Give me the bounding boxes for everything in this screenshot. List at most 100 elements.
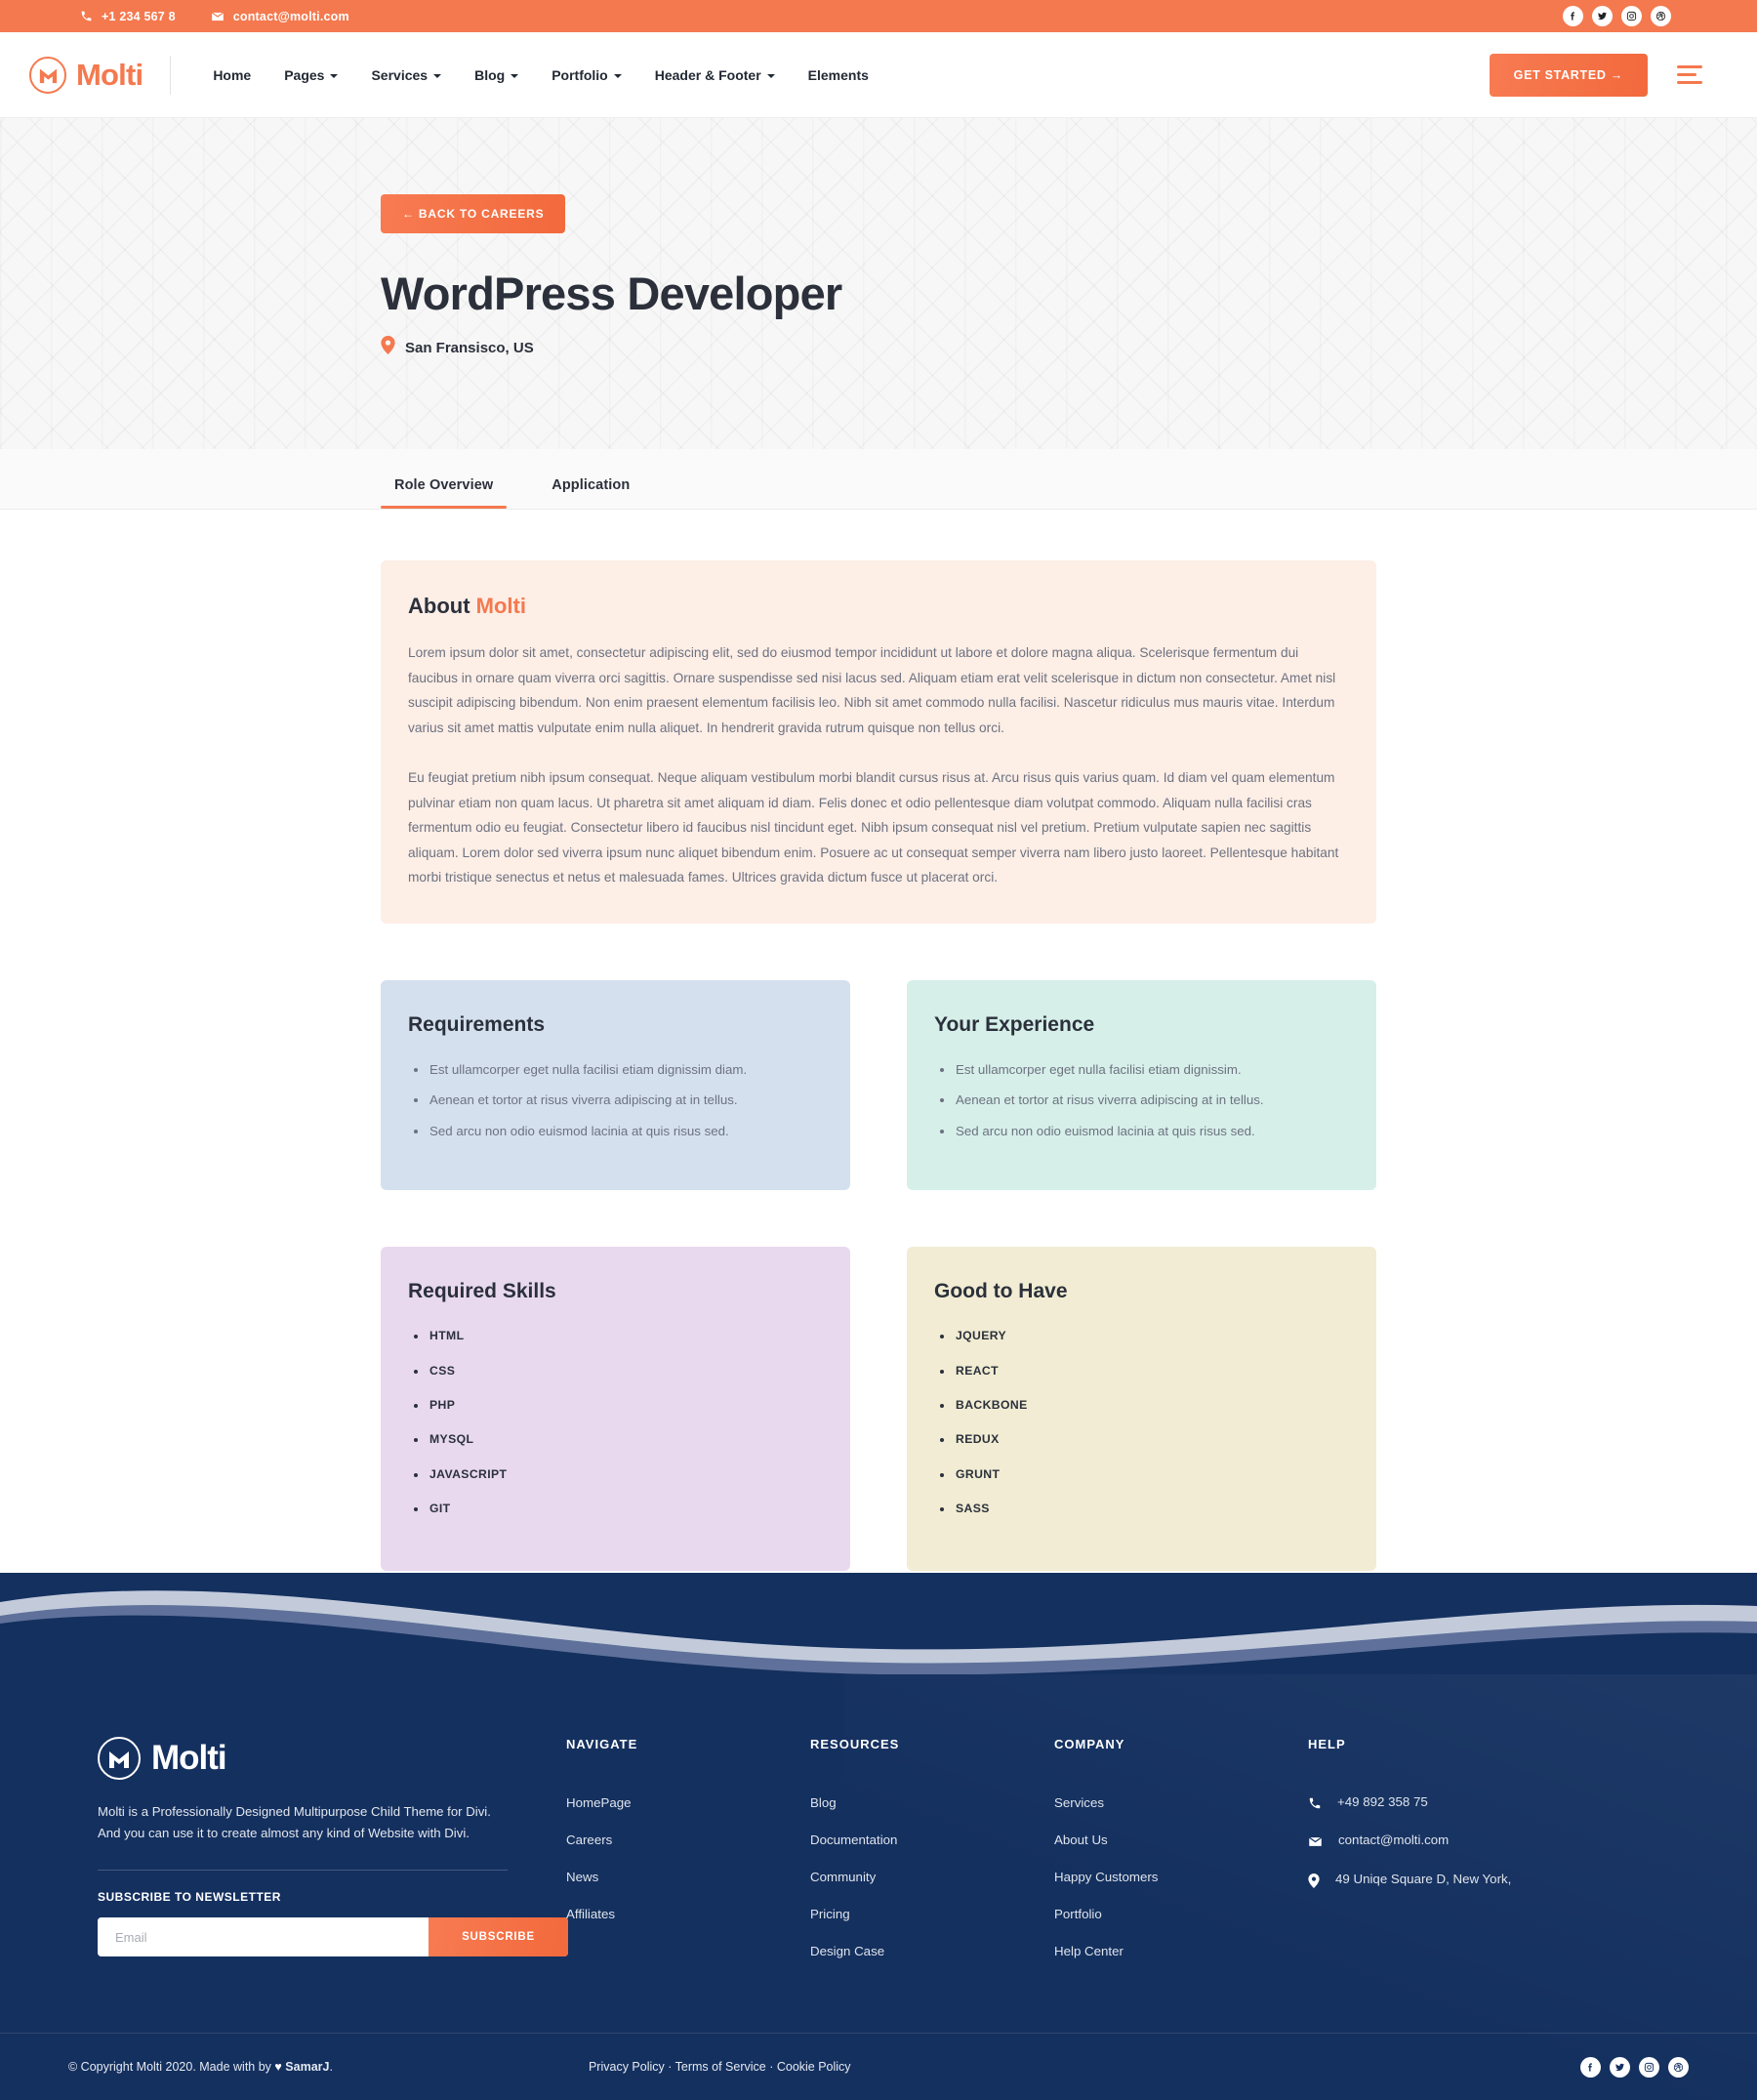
nav-item-home[interactable]: Home xyxy=(196,67,267,83)
list-item: Documentation xyxy=(810,1832,1054,1849)
chevron-down-icon xyxy=(433,73,442,78)
footer-brand-column: Molti Molti is a Professionally Designed… xyxy=(98,1737,568,1980)
phone-icon xyxy=(80,10,93,22)
list-item: Est ullamcorper eget nulla facilisi etia… xyxy=(934,1060,1349,1080)
burger-line xyxy=(1677,81,1702,84)
footer-link-documentation[interactable]: Documentation xyxy=(810,1832,897,1847)
nav-item-services[interactable]: Services xyxy=(354,67,458,83)
footer-link-blog[interactable]: Blog xyxy=(810,1795,837,1810)
topbar-phone-text: +1 234 567 8 xyxy=(102,9,176,23)
footer-column-help: HELP +49 892 358 75 contact@molti.com 49… xyxy=(1308,1737,1552,1980)
list-item: BACKBONE xyxy=(934,1396,1349,1414)
dribbble-icon xyxy=(1673,2062,1684,2073)
list-item: Help Center xyxy=(1054,1943,1308,1960)
main-navigation: Molti Home Pages Services Blog Portfolio xyxy=(0,32,1757,118)
social-twitter[interactable] xyxy=(1592,6,1613,26)
list-item: REDUX xyxy=(934,1430,1349,1448)
back-to-careers-button[interactable]: ← BACK TO CAREERS xyxy=(381,194,566,233)
about-card: About Molti Lorem ipsum dolor sit amet, … xyxy=(381,560,1376,924)
menu-toggle-icon[interactable] xyxy=(1677,65,1702,84)
footer-link-portfolio[interactable]: Portfolio xyxy=(1054,1907,1102,1921)
list-item: News xyxy=(566,1869,810,1886)
footer-link-community[interactable]: Community xyxy=(810,1870,876,1884)
brand-logo[interactable]: Molti xyxy=(29,56,143,94)
topbar-email-text: contact@molti.com xyxy=(232,9,349,23)
footer-link-news[interactable]: News xyxy=(566,1870,598,1884)
top-contact-bar: +1 234 567 8 contact@molti.com xyxy=(0,0,1757,32)
footer-link-help-center[interactable]: Help Center xyxy=(1054,1944,1124,1958)
molti-logo-icon xyxy=(29,56,66,94)
required-skills-list: HTML CSS PHP MYSQL JAVASCRIPT GIT xyxy=(408,1327,823,1517)
chevron-down-icon xyxy=(511,73,519,78)
burger-line xyxy=(1677,73,1696,76)
footer-link-pricing[interactable]: Pricing xyxy=(810,1907,850,1921)
footer-contact-email[interactable]: contact@molti.com xyxy=(1308,1832,1552,1852)
about-paragraph-1: Lorem ipsum dolor sit amet, consectetur … xyxy=(408,645,1336,735)
footer-columns: Molti Molti is a Professionally Designed… xyxy=(98,1694,1659,2033)
social-dribbble[interactable] xyxy=(1668,2056,1689,2078)
social-instagram[interactable] xyxy=(1621,6,1642,26)
topbar-social-links xyxy=(1563,6,1730,26)
twitter-icon xyxy=(1597,11,1608,21)
footer-description: Molti is a Professionally Designed Multi… xyxy=(98,1804,491,1841)
required-skills-heading: Required Skills xyxy=(408,1280,556,1303)
footer-bottom-bar: © Copyright Molti 2020. Made with by ♥ S… xyxy=(0,2033,1757,2100)
facebook-icon xyxy=(1585,2062,1596,2073)
chevron-down-icon xyxy=(766,73,775,78)
nav-item-label: Portfolio xyxy=(552,66,608,83)
social-instagram[interactable] xyxy=(1639,2056,1659,2078)
footer-link-services[interactable]: Services xyxy=(1054,1795,1104,1810)
job-location-text: San Fransisco, US xyxy=(405,339,534,356)
footer-link-affiliates[interactable]: Affiliates xyxy=(566,1907,615,1921)
subscribe-button[interactable]: SUBSCRIBE xyxy=(429,1917,568,1957)
nav-item-elements[interactable]: Elements xyxy=(792,67,885,83)
phone-icon xyxy=(1308,1794,1322,1813)
footer-link-careers[interactable]: Careers xyxy=(566,1832,612,1847)
list-item: PHP xyxy=(408,1396,823,1414)
list-item: Blog xyxy=(810,1794,1054,1812)
nav-item-blog[interactable]: Blog xyxy=(458,67,535,83)
instagram-icon xyxy=(1626,11,1637,21)
experience-list: Est ullamcorper eget nulla facilisi etia… xyxy=(934,1060,1349,1142)
list-item: Community xyxy=(810,1869,1054,1886)
footer-column-resources: RESOURCES Blog Documentation Community P… xyxy=(810,1737,1054,1980)
footer-link-homepage[interactable]: HomePage xyxy=(566,1795,632,1810)
location-pin-icon xyxy=(1308,1872,1320,1891)
footer-address-text: 49 Uniqe Square D, New York, xyxy=(1335,1872,1512,1887)
nav-item-pages[interactable]: Pages xyxy=(267,67,354,83)
footer-link-design-case[interactable]: Design Case xyxy=(810,1944,884,1958)
footer-logo[interactable]: Molti xyxy=(98,1737,508,1781)
get-started-button[interactable]: GET STARTED → xyxy=(1489,53,1648,97)
social-dribbble[interactable] xyxy=(1651,6,1671,26)
footer-contact-phone[interactable]: +49 892 358 75 xyxy=(1308,1794,1552,1813)
nav-item-header-footer[interactable]: Header & Footer xyxy=(638,67,792,83)
social-facebook[interactable] xyxy=(1580,2056,1601,2078)
main-content: About Molti Lorem ipsum dolor sit amet, … xyxy=(0,510,1757,1642)
footer-link-about-us[interactable]: About Us xyxy=(1054,1832,1108,1847)
cards-row-2: Required Skills HTML CSS PHP MYSQL JAVAS… xyxy=(381,1247,1376,1572)
footer-phone-text: +49 892 358 75 xyxy=(1337,1794,1428,1810)
tab-role-overview[interactable]: Role Overview xyxy=(381,477,508,509)
page-root: +1 234 567 8 contact@molti.com Molti Hom… xyxy=(0,0,1757,2100)
topbar-email[interactable]: contact@molti.com xyxy=(211,10,349,23)
topbar-phone[interactable]: +1 234 567 8 xyxy=(80,10,176,23)
list-item: Est ullamcorper eget nulla facilisi etia… xyxy=(408,1060,823,1080)
newsletter-email-input[interactable] xyxy=(98,1917,429,1957)
copyright-text: © Copyright Molti 2020. Made with by ♥ S… xyxy=(68,2060,333,2074)
social-facebook[interactable] xyxy=(1563,6,1583,26)
social-twitter[interactable] xyxy=(1610,2056,1630,2078)
nav-links: Home Pages Services Blog Portfolio Heade… xyxy=(196,67,885,83)
footer-wave-divider xyxy=(0,1590,1757,1675)
hero-content: ← BACK TO CAREERS WordPress Developer Sa… xyxy=(381,194,1376,359)
tab-application[interactable]: Application xyxy=(538,477,643,509)
list-item: Pricing xyxy=(810,1906,1054,1923)
footer-link-list: HomePage Careers News Affiliates xyxy=(566,1794,810,1923)
footer-link-happy-customers[interactable]: Happy Customers xyxy=(1054,1870,1158,1884)
copyright-author: SamarJ xyxy=(285,2060,330,2075)
footer-column-navigate: NAVIGATE HomePage Careers News Affiliate… xyxy=(566,1737,810,1980)
footer-column-heading: COMPANY xyxy=(1054,1737,1125,1752)
legal-links[interactable]: Privacy Policy · Terms of Service · Cook… xyxy=(589,2060,851,2074)
nav-item-label: Services xyxy=(371,66,429,83)
footer-column-heading: NAVIGATE xyxy=(566,1737,638,1752)
nav-item-portfolio[interactable]: Portfolio xyxy=(535,67,638,83)
